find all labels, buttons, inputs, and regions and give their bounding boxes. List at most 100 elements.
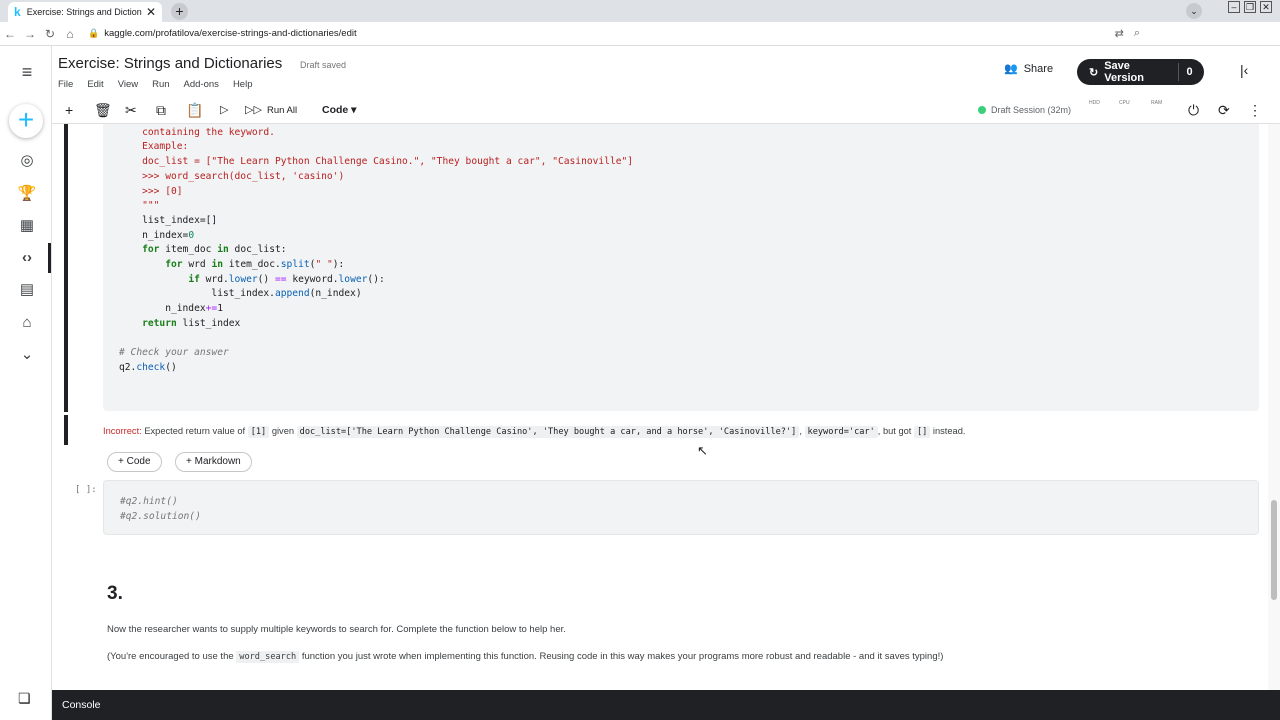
output-code: keyword='car' [804, 426, 878, 438]
output-text: given [269, 426, 297, 436]
add-markdown-button[interactable]: + Markdown [175, 452, 252, 472]
cell-prompt: [ ]: [75, 485, 97, 495]
code-line: list_index=[] [119, 214, 218, 226]
browser-tab-bar: k Exercise: Strings and Dictionaries | K… [0, 0, 1280, 22]
more-options-icon[interactable]: ⋮ [1248, 102, 1262, 118]
power-icon[interactable]: ⏻ [1188, 102, 1199, 118]
code-line: n_index+=1 [119, 303, 223, 315]
url-field[interactable]: kaggle.com/profatilova/exercise-strings-… [104, 28, 356, 39]
mouse-cursor-icon: ↖ [697, 443, 708, 458]
cpu-meter[interactable]: CPU [1119, 101, 1130, 106]
chevron-down-icon[interactable]: ⌄ [16, 344, 38, 366]
compass-icon[interactable]: ◎ [16, 150, 38, 172]
code-editor[interactable]: Returns list of the index values into th… [119, 124, 633, 376]
window-controls: – ❐ ✕ [1228, 1, 1272, 13]
run-all-icon[interactable]: ▷▷ [245, 102, 262, 118]
scrollbar[interactable] [1268, 124, 1280, 690]
code-line: Example: [119, 141, 189, 153]
code-editor-2[interactable]: #q2.hint() #q2.solution() [120, 495, 201, 524]
notebook-header: Exercise: Strings and Dictionaries Draft… [52, 46, 1280, 98]
menu-add-ons[interactable]: Add-ons [184, 79, 219, 90]
section-paragraph-2: (You're encouraged to use the word_searc… [107, 651, 944, 663]
output-code: [] [913, 426, 931, 438]
add-cell-icon[interactable]: + [65, 102, 73, 118]
scrollbar-thumb[interactable] [1271, 500, 1277, 600]
forward-icon[interactable]: → [20, 27, 40, 41]
copy-icon[interactable]: ⧉ [156, 102, 166, 118]
restart-icon[interactable]: ⟳ [1218, 102, 1230, 118]
console-bar[interactable]: Console [52, 690, 1280, 720]
code-line: if wrd.lower() == keyword.lower(): [188, 273, 385, 285]
code-icon[interactable]: ‹› [16, 247, 38, 269]
kaggle-sidebar: ≡ + ◎ 🏆 ▦ ‹› ▤ ⌂ ⌄ [0, 46, 52, 720]
translate-icon[interactable]: ⇄ [1115, 27, 1124, 40]
output-text: Expected return value of [141, 426, 248, 436]
menu-edit[interactable]: Edit [87, 79, 103, 90]
code-line: #q2.hint() [120, 496, 178, 507]
menu-icon[interactable]: ≡ [16, 61, 38, 83]
close-tab-icon[interactable]: ✕ [146, 5, 156, 19]
new-tab-button[interactable]: + [171, 3, 188, 20]
layers-icon[interactable]: ❏ [18, 690, 31, 707]
cell-type-value: Code [322, 104, 349, 116]
save-status: Draft saved [300, 60, 347, 70]
menu-run[interactable]: Run [152, 79, 169, 90]
close-window-icon[interactable]: ✕ [1260, 1, 1272, 13]
ram-meter[interactable]: RAM [1151, 101, 1162, 106]
notebook-body: Returns list of the index values into th… [52, 124, 1268, 690]
back-icon[interactable]: ← [0, 27, 20, 41]
comments-icon[interactable]: ▤ [16, 279, 38, 301]
run-cell-icon[interactable]: ▷ [220, 102, 228, 118]
code-line: containing the keyword. [119, 126, 275, 138]
refresh-icon: ↻ [1089, 66, 1099, 79]
tab-search-icon[interactable]: ⌄ [1186, 3, 1202, 19]
home-icon[interactable]: ⌂ [60, 27, 80, 41]
section-paragraph: Now the researcher wants to supply multi… [107, 624, 566, 635]
share-button[interactable]: 👥 Share [1004, 62, 1053, 76]
code-line: list_index.append(n_index) [119, 288, 362, 300]
table-icon[interactable]: ▦ [16, 215, 38, 237]
paste-icon[interactable]: 📋 [186, 102, 203, 118]
menu-file[interactable]: File [58, 79, 73, 90]
p2-text: function you just wrote when implementin… [299, 651, 944, 662]
output-code: doc_list=['The Learn Python Challenge Ca… [296, 426, 800, 438]
maximize-icon[interactable]: ❐ [1244, 1, 1256, 13]
collapse-panel-icon[interactable]: |‹ [1240, 62, 1248, 78]
session-status[interactable]: Draft Session (32m) [978, 105, 1071, 115]
code-line: for item_doc in doc_list: [142, 244, 287, 256]
cell-output: Incorrect: Expected return value of [1] … [103, 426, 965, 438]
active-indicator [48, 243, 51, 273]
lock-icon[interactable]: 🔒 [88, 28, 99, 39]
cell-type-select[interactable]: Code ▾ [322, 104, 356, 116]
code-line: for wrd in item_doc.split(" "): [165, 259, 345, 271]
p2-text: (You're encouraged to use the [107, 651, 237, 662]
learn-icon[interactable]: ⌂ [16, 312, 38, 334]
code-cell[interactable]: Returns list of the index values into th… [103, 124, 1259, 411]
minimize-icon[interactable]: – [1228, 1, 1240, 13]
code-line: n_index=0 [119, 229, 195, 241]
notebook-title[interactable]: Exercise: Strings and Dictionaries [58, 55, 282, 72]
menu-view[interactable]: View [118, 79, 138, 90]
output-text: , [799, 426, 805, 436]
version-count: 0 [1178, 63, 1200, 81]
browser-tab[interactable]: k Exercise: Strings and Dictionaries | K… [8, 2, 162, 22]
create-icon[interactable]: + [9, 104, 43, 138]
run-all-button[interactable]: Run All [267, 105, 297, 116]
code-line: return list_index [142, 317, 241, 329]
code-cell-2[interactable]: #q2.hint() #q2.solution() [103, 480, 1259, 535]
zoom-icon[interactable]: ⌕ [1134, 27, 1140, 40]
trophy-icon[interactable]: 🏆 [16, 183, 38, 205]
hdd-meter[interactable]: HDD [1089, 101, 1100, 106]
menu-help[interactable]: Help [233, 79, 253, 90]
incorrect-label: Incorrect: [103, 426, 142, 436]
code-line: doc_list = ["The Learn Python Challenge … [119, 156, 634, 168]
cut-icon[interactable]: ✂ [125, 102, 137, 118]
reload-icon[interactable]: ↻ [40, 27, 60, 41]
people-icon: 👥 [1004, 63, 1018, 75]
add-code-button[interactable]: + Code [107, 452, 162, 472]
code-line: # Check your answer [119, 347, 229, 359]
save-version-button[interactable]: ↻ Save Version 0 [1077, 59, 1204, 85]
address-bar: ← → ↻ ⌂ 🔒 kaggle.com/profatilova/exercis… [0, 22, 1280, 46]
delete-icon[interactable]: 🗑 [94, 102, 112, 118]
